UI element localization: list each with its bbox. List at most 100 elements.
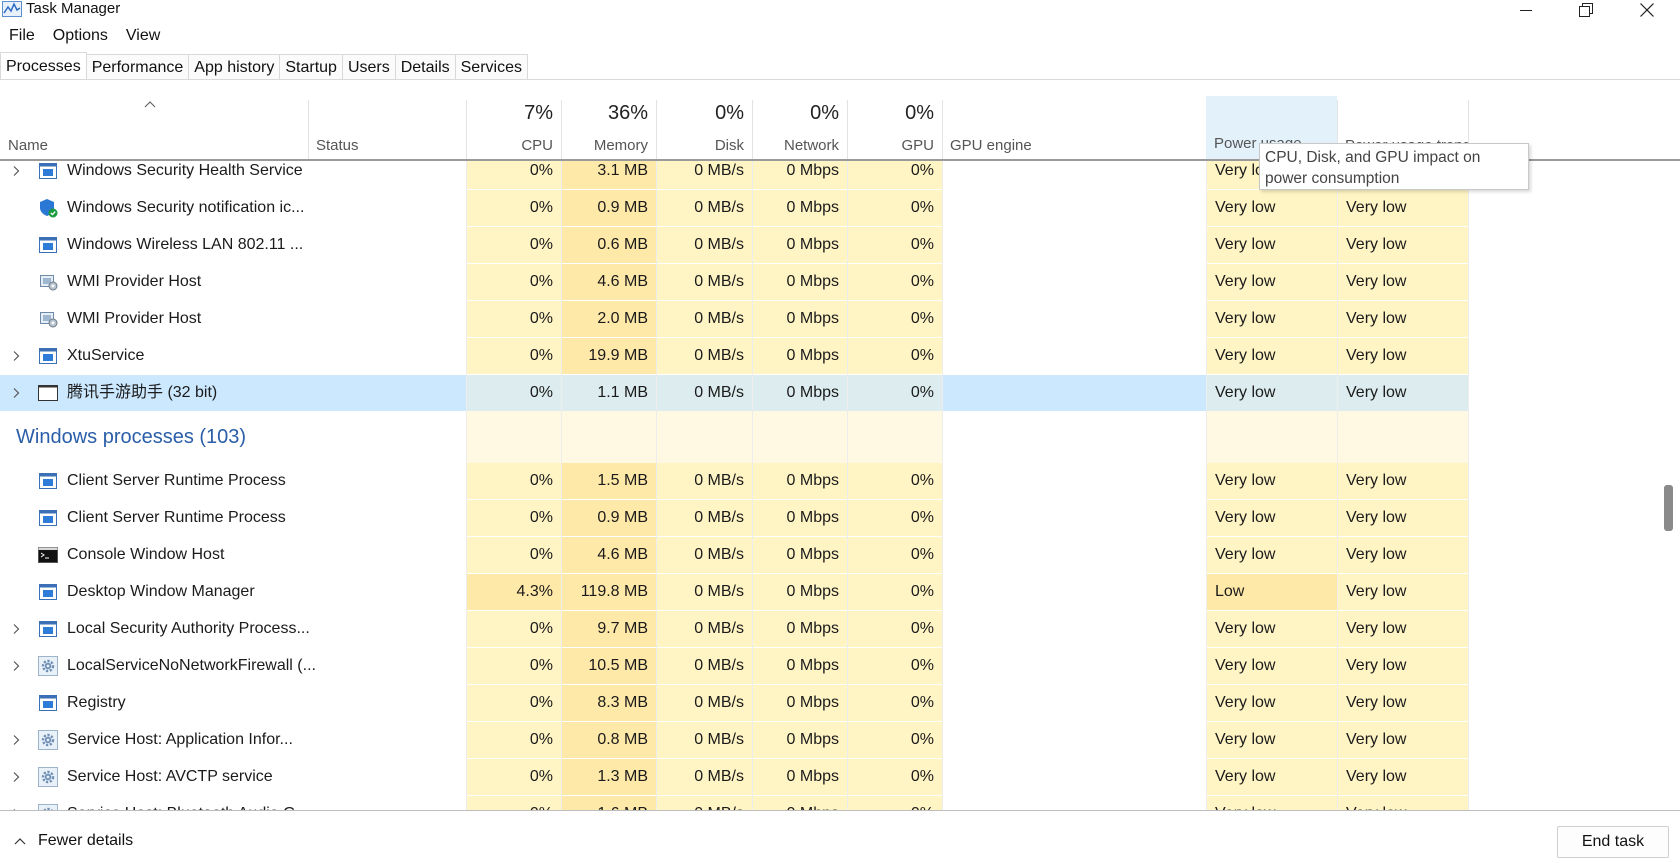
- vertical-scrollbar-thumb[interactable]: [1664, 485, 1673, 531]
- gpu-cell: 0%: [848, 301, 942, 337]
- memory-cell: 1.5 MB: [562, 463, 656, 499]
- power-trend-cell: Very low: [1338, 227, 1468, 263]
- gpu-cell: 0%: [848, 190, 942, 226]
- power-usage-cell: Very low: [1207, 500, 1337, 536]
- memory-cell: 2.0 MB: [562, 301, 656, 337]
- network-cell: 0 Mbps: [753, 161, 847, 189]
- process-row[interactable]: Console Window Host 0% 4.6 MB 0 MB/s 0 Mbps 0…: [0, 537, 1680, 573]
- memory-cell: 1.1 MB: [562, 375, 656, 411]
- service-window-icon: [38, 346, 58, 366]
- gpu-cell: 0%: [848, 375, 942, 411]
- gear-icon: [38, 656, 58, 676]
- process-table: Windows Security Health Service 0% 3.1 MB 0…: [0, 161, 1680, 810]
- grid-line: [752, 161, 753, 810]
- cpu-cell: 0%: [467, 190, 561, 226]
- power-usage-cell: Very low: [1207, 463, 1337, 499]
- service-window-icon: [38, 508, 58, 528]
- cpu-column-header[interactable]: 7% CPU: [466, 98, 561, 160]
- chevron-right-icon[interactable]: [10, 350, 22, 362]
- gpu-cell: 0%: [848, 161, 942, 189]
- process-name: XtuService: [67, 347, 145, 364]
- close-button[interactable]: [1624, 0, 1670, 20]
- process-row[interactable]: Client Server Runtime Process 0% 0.9 MB 0 M…: [0, 500, 1680, 536]
- process-row[interactable]: Windows Security notification ic... 0% 0.9…: [0, 190, 1680, 226]
- chevron-right-icon[interactable]: [10, 623, 22, 635]
- gpu-engine-column-header[interactable]: GPU engine: [942, 98, 1206, 160]
- network-column-header[interactable]: 0% Network: [752, 98, 847, 160]
- menu-options[interactable]: Options: [44, 24, 117, 48]
- menu-file[interactable]: File: [0, 24, 44, 48]
- process-row[interactable]: 腾讯手游助手 (32 bit) 0% 1.1 MB 0 MB/s 0 Mbps 0% Ver…: [0, 375, 1680, 411]
- process-row[interactable]: WMI Provider Host 0% 2.0 MB 0 MB/s 0 Mbps 0% V…: [0, 301, 1680, 337]
- network-total-percent: 0%: [810, 102, 839, 124]
- cpu-header-label: CPU: [521, 137, 553, 154]
- tab-services[interactable]: Services: [455, 54, 528, 80]
- network-cell: 0 Mbps: [753, 722, 847, 758]
- restore-button[interactable]: [1563, 0, 1609, 20]
- fewer-details-label: Fewer details: [38, 832, 134, 849]
- disk-column-header[interactable]: 0% Disk: [656, 98, 752, 160]
- process-row[interactable]: LocalServiceNoNetworkFirewall (... 0% 10.5…: [0, 648, 1680, 684]
- cpu-cell: 0%: [467, 796, 561, 810]
- process-row[interactable]: Service Host: Bluetooth Audio G...0%1.6 …: [0, 796, 1680, 810]
- process-row[interactable]: Client Server Runtime Process 0% 1.5 MB 0 M…: [0, 463, 1680, 499]
- network-cell: 0 Mbps: [753, 264, 847, 300]
- service-window-icon: [38, 582, 58, 602]
- group-header-windows-processes[interactable]: Windows processes (103): [0, 411, 1680, 463]
- chevron-right-icon[interactable]: [10, 660, 22, 672]
- name-column-header[interactable]: Name: [0, 98, 308, 160]
- minimize-button[interactable]: [1503, 0, 1549, 20]
- process-row[interactable]: XtuService 0% 19.9 MB 0 MB/s 0 Mbps 0% Very lo…: [0, 338, 1680, 374]
- power-trend-cell: Very low: [1338, 463, 1468, 499]
- process-name: WMI Provider Host: [67, 310, 202, 327]
- process-row[interactable]: Registry 0% 8.3 MB 0 MB/s 0 Mbps 0% Very low Ve…: [0, 685, 1680, 721]
- disk-header-label: Disk: [714, 137, 744, 154]
- chevron-right-icon[interactable]: [10, 734, 22, 746]
- network-cell: 0 Mbps: [753, 190, 847, 226]
- process-name: Service Host: Bluetooth Audio G...: [67, 796, 309, 810]
- power-usage-cell: Low: [1207, 574, 1337, 610]
- process-row[interactable]: Windows Wireless LAN 802.11 ... 0% 0.6 MB 0…: [0, 227, 1680, 263]
- memory-column-header[interactable]: 36% Memory: [561, 98, 656, 160]
- disk-cell: 0 MB/s: [657, 574, 752, 610]
- process-row[interactable]: Local Security Authority Process... 0% 9.7…: [0, 611, 1680, 647]
- tab-users[interactable]: Users: [342, 54, 396, 80]
- fewer-details-button[interactable]: Fewer details: [14, 832, 133, 850]
- menu-view[interactable]: View: [117, 24, 169, 48]
- network-cell: 0 Mbps: [753, 759, 847, 795]
- power-trend-cell: Very low: [1338, 759, 1468, 795]
- status-column-header[interactable]: Status: [308, 98, 466, 160]
- disk-cell: 0 MB/s: [657, 500, 752, 536]
- gpu-cell: 0%: [848, 648, 942, 684]
- tab-app-history[interactable]: App history: [189, 54, 281, 80]
- group-title: Windows processes (103): [16, 426, 247, 448]
- tab-processes[interactable]: Processes: [0, 52, 87, 80]
- process-row[interactable]: Service Host: Application Infor... 0% 0.8 …: [0, 722, 1680, 758]
- tab-performance[interactable]: Performance: [86, 54, 190, 80]
- grid-line: [847, 161, 848, 810]
- chevron-right-icon[interactable]: [10, 387, 22, 399]
- process-row[interactable]: WMI Provider Host 0% 4.6 MB 0 MB/s 0 Mbps 0% V…: [0, 264, 1680, 300]
- chevron-right-icon[interactable]: [10, 771, 22, 783]
- end-task-button[interactable]: End task: [1557, 826, 1669, 858]
- tab-strip: Processes Performance App history Startup Us…: [0, 52, 528, 80]
- wmi-icon: [38, 272, 58, 292]
- cpu-cell: 0%: [467, 500, 561, 536]
- gpu-column-header[interactable]: 0% GPU: [847, 98, 942, 160]
- process-row[interactable]: Desktop Window Manager 4.3% 119.8 MB 0 MB/s…: [0, 574, 1680, 610]
- tab-startup[interactable]: Startup: [280, 54, 343, 80]
- disk-cell: 0 MB/s: [657, 759, 752, 795]
- memory-cell: 0.9 MB: [562, 500, 656, 536]
- cpu-cell: 0%: [467, 301, 561, 337]
- tab-details[interactable]: Details: [395, 54, 456, 80]
- power-trend-cell: Very low: [1338, 264, 1468, 300]
- process-row[interactable]: Service Host: AVCTP service 0% 1.3 MB 0 MB/…: [0, 759, 1680, 795]
- disk-cell: 0 MB/s: [657, 648, 752, 684]
- power-usage-cell: Very low: [1207, 537, 1337, 573]
- cpu-cell: 0%: [467, 611, 561, 647]
- power-usage-cell: Very low: [1207, 796, 1337, 810]
- process-name: Windows Security notification ic...: [67, 199, 305, 216]
- chevron-right-icon[interactable]: [10, 165, 22, 177]
- cpu-cell: 0%: [467, 161, 561, 189]
- disk-cell: 0 MB/s: [657, 190, 752, 226]
